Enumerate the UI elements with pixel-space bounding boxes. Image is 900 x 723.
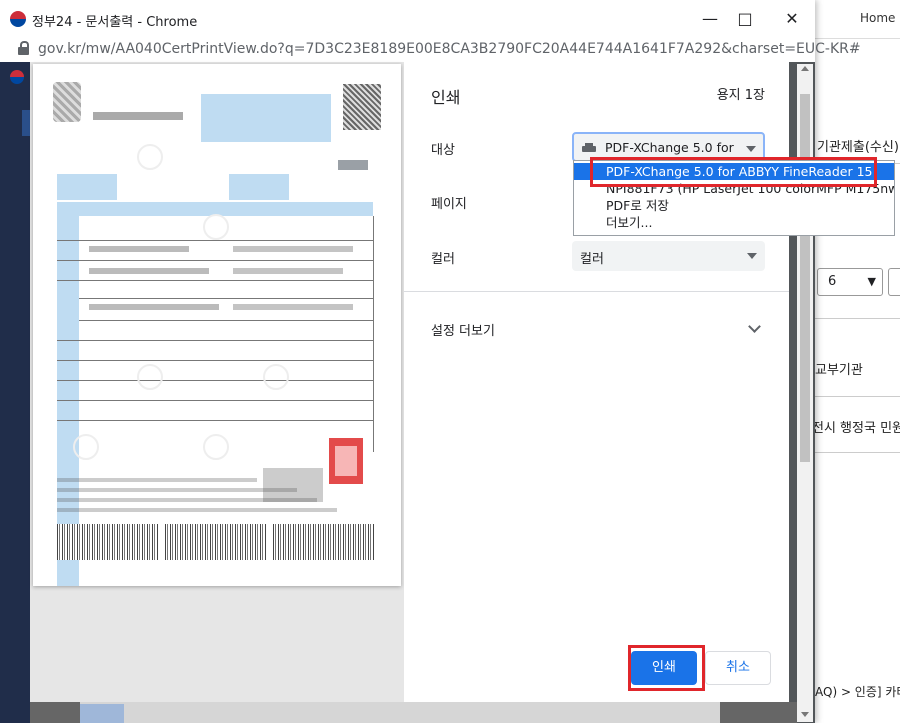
table-text-blur (89, 246, 189, 252)
background-issuing-agency-label: 교부기관 (815, 363, 863, 378)
more-settings-toggle[interactable]: 설정 더보기 (431, 320, 495, 339)
dropdown-caret-icon (747, 253, 757, 259)
background-home-link[interactable]: Home (860, 11, 895, 25)
page-content: 인쇄 용지 1장 대상 PDF-XChange 5.0 for ABBYY Fi… (0, 62, 895, 723)
dropdown-caret-icon (746, 146, 756, 152)
color-select[interactable]: 컬러 (572, 241, 765, 271)
address-bar[interactable]: gov.kr/mw/AA040CertPrintView.do?q=7D3C23… (0, 38, 861, 63)
destination-value: PDF-XChange 5.0 for ABBYY FineReader 15 (605, 140, 735, 155)
table-rule (57, 380, 373, 381)
underlying-page-strip (0, 62, 30, 723)
table-border (373, 216, 374, 452)
table-rule (79, 320, 373, 321)
color-value: 컬러 (580, 252, 604, 267)
destination-option-save-pdf[interactable]: PDF로 저장 (574, 197, 894, 214)
destination-option-more[interactable]: 더보기... (574, 214, 894, 231)
url-text[interactable]: gov.kr/mw/AA040CertPrintView.do?q=7D3C23… (38, 41, 861, 57)
barcode-image (165, 524, 267, 560)
destination-label: 대상 (431, 143, 455, 158)
background-agency-submit-label: 기관제출(수신) (817, 140, 899, 155)
table-text-blur (233, 246, 353, 252)
maximize-icon[interactable]: □ (725, 6, 765, 32)
government-emblem-image (53, 82, 81, 122)
title-bar: 정부24 - 문서출력 - Chrome — □ ✕ (0, 0, 815, 38)
print-preview-pane[interactable] (30, 62, 404, 702)
background-divider (815, 452, 900, 453)
printer-icon (582, 143, 596, 153)
watermark-seal (263, 364, 289, 390)
table-header-cell (57, 174, 117, 200)
background-count-value: 6 (828, 274, 837, 289)
minimize-icon[interactable]: — (690, 6, 730, 32)
document-number-blur (338, 160, 368, 170)
sheet-count: 용지 1장 (716, 88, 765, 103)
watermark-seal (137, 144, 163, 170)
chevron-down-icon: ▼ (867, 275, 876, 288)
underlying-page-bottom (30, 702, 797, 723)
table-text-blur (233, 268, 343, 274)
color-label: 컬러 (431, 252, 455, 267)
watermark-seal (73, 434, 99, 460)
watermark-seal (203, 434, 229, 460)
table-header-cell (229, 174, 289, 200)
lock-icon (18, 41, 29, 55)
footnote-blur (57, 498, 317, 502)
scroll-down-arrow-icon[interactable] (801, 712, 809, 717)
barcode-image (273, 524, 375, 560)
signature-blur (263, 468, 323, 502)
table-text-blur (233, 304, 353, 310)
highlight-box-destination-option (590, 157, 877, 187)
close-icon[interactable]: ✕ (772, 6, 812, 32)
table-rule (57, 360, 373, 361)
footnote-blur (57, 488, 297, 492)
document-header-box (201, 94, 331, 142)
settings-divider (404, 291, 789, 292)
print-dialog-title: 인쇄 (431, 88, 461, 107)
table-rule (57, 340, 373, 341)
table-rule (79, 298, 373, 299)
table-rule (57, 280, 373, 281)
background-city-office-text: 전시 행정국 민원 (812, 421, 900, 436)
background-select-partial[interactable] (888, 268, 900, 296)
table-text-blur (89, 304, 219, 310)
highlight-box-print-button (628, 645, 705, 691)
background-breadcrumb[interactable]: AQ) > 인증] 카터 (815, 683, 900, 700)
watermark-seal (137, 364, 163, 390)
scroll-up-arrow-icon[interactable] (801, 66, 809, 71)
bottom-strip-accent (80, 704, 124, 723)
footnote-blur (57, 478, 257, 482)
cancel-button[interactable]: 취소 (705, 651, 771, 685)
table-rule (57, 420, 373, 421)
taegeuk-logo-icon (10, 70, 24, 84)
table-text-blur (89, 268, 209, 274)
page-strip-accent (22, 110, 30, 136)
official-stamp-image (329, 438, 363, 484)
scroll-thumb[interactable] (800, 94, 810, 462)
background-count-select[interactable]: 6 ▼ (817, 268, 883, 296)
qr-code-image (343, 84, 381, 130)
favicon-taegeuk-icon (10, 11, 26, 27)
barcode-image (57, 524, 159, 560)
chevron-down-icon[interactable] (748, 320, 761, 333)
background-divider (815, 396, 900, 397)
pages-label: 페이지 (431, 197, 467, 212)
background-divider (815, 318, 900, 319)
window-title: 정부24 - 문서출력 - Chrome (32, 15, 198, 30)
table-rule (57, 240, 373, 241)
table-rule (57, 260, 373, 261)
document-title-blur (93, 112, 183, 120)
table-rule (57, 400, 373, 401)
bottom-strip-panel (80, 702, 720, 723)
chrome-print-window: 정부24 - 문서출력 - Chrome — □ ✕ gov.kr/mw/AA0… (0, 0, 895, 723)
footnote-blur (57, 508, 337, 512)
watermark-seal (203, 214, 229, 240)
preview-document-page (33, 64, 401, 586)
